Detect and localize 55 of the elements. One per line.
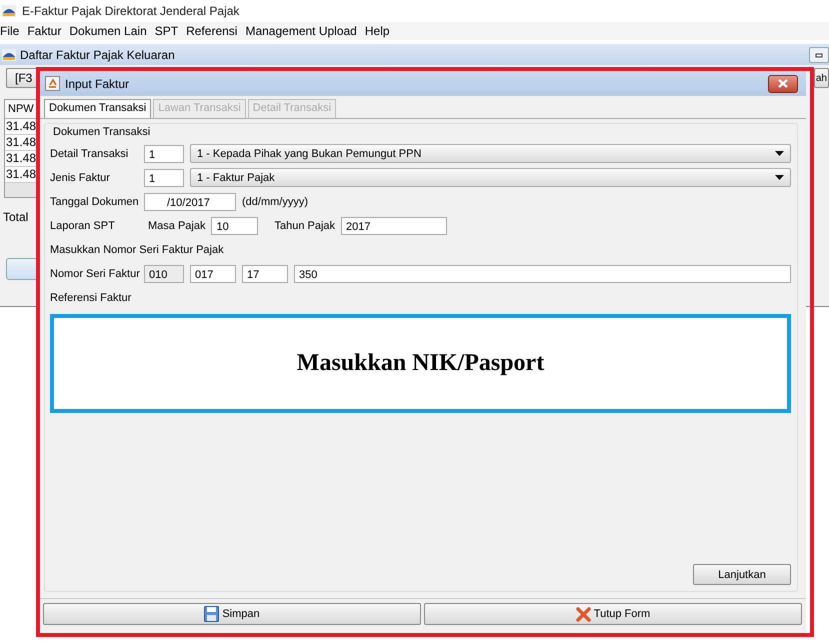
menu-item[interactable]: Referensi — [186, 24, 238, 38]
table-cell: 31.48 — [5, 119, 39, 135]
field-label: Jenis Faktur — [50, 172, 111, 184]
callout-box: Masukkan NIK/Pasport — [50, 314, 791, 413]
section-label: Referensi Faktur — [50, 292, 132, 304]
tab[interactable]: Dokumen Transaksi — [44, 99, 152, 118]
close-form-button[interactable]: Tutup Form — [424, 603, 802, 625]
scrollbar[interactable] — [5, 183, 39, 197]
column-header: NPW — [5, 100, 39, 119]
table-cell: 31.48 — [5, 151, 39, 167]
field-label: Nomor Seri Faktur — [50, 268, 138, 280]
app-logo-icon — [2, 5, 16, 17]
menu-item[interactable]: Management Upload — [245, 24, 357, 38]
table-cell: 31.48 — [5, 135, 39, 151]
input-field[interactable]: 10 — [211, 216, 258, 234]
format-hint: (dd/mm/yyyy) — [242, 196, 308, 208]
restore-button[interactable] — [809, 46, 829, 62]
field-label: Masa Pajak — [148, 220, 206, 232]
cross-icon — [576, 606, 591, 622]
input-field[interactable]: 1 — [144, 144, 184, 162]
dialog-title: Input Faktur — [65, 76, 130, 90]
app-logo-icon — [2, 48, 16, 60]
menu-item[interactable]: SPT — [154, 24, 178, 38]
input-field[interactable]: 017 — [190, 264, 236, 282]
app-title: E-Faktur Pajak Direktorat Jenderal Pajak — [22, 4, 240, 18]
save-button[interactable]: Simpan — [43, 603, 421, 625]
close-icon — [778, 79, 788, 88]
menu-item[interactable]: File — [0, 24, 20, 38]
toolbar-button[interactable]: ah — [814, 68, 829, 88]
field-label: Laporan SPT — [50, 220, 116, 232]
dropdown-value: 1 - Kepada Pihak yang Bukan Pemungut PPN — [197, 148, 422, 160]
field-label: Tanggal Dokumen — [50, 196, 138, 208]
menu-item[interactable]: Dokumen Lain — [69, 24, 147, 38]
close-button[interactable] — [768, 74, 798, 92]
input-field[interactable]: /10/2017 — [144, 192, 236, 210]
field-label: Detail Transaksi — [50, 148, 130, 160]
dropdown[interactable]: 1 - Faktur Pajak — [190, 168, 791, 187]
dropdown[interactable]: 1 - Kepada Pihak yang Bukan Pemungut PPN — [190, 144, 791, 163]
dropdown-arrow-icon — [775, 175, 784, 180]
input-field[interactable]: 1 — [144, 168, 184, 186]
group-title: Dokumen Transaksi — [53, 126, 152, 140]
menu-item[interactable]: Faktur — [27, 24, 62, 38]
restore-icon — [815, 50, 823, 58]
menu-item[interactable]: Help — [364, 24, 390, 38]
window-title: Daftar Faktur Pajak Keluaran — [20, 48, 175, 62]
input-field[interactable]: 17 — [242, 264, 288, 282]
wide-button[interactable] — [6, 258, 38, 280]
section-label: Masukkan Nomor Seri Faktur Pajak — [50, 244, 224, 256]
field-label: Tahun Pajak — [274, 220, 336, 232]
input-field[interactable]: 2017 — [341, 216, 448, 234]
total-label: Total — [3, 210, 30, 224]
dropdown-arrow-icon — [775, 151, 784, 156]
input-field[interactable]: 350 — [294, 264, 791, 282]
next-button[interactable]: Lanjutkan — [693, 564, 791, 585]
dropdown-value: 1 - Faktur Pajak — [197, 172, 275, 184]
